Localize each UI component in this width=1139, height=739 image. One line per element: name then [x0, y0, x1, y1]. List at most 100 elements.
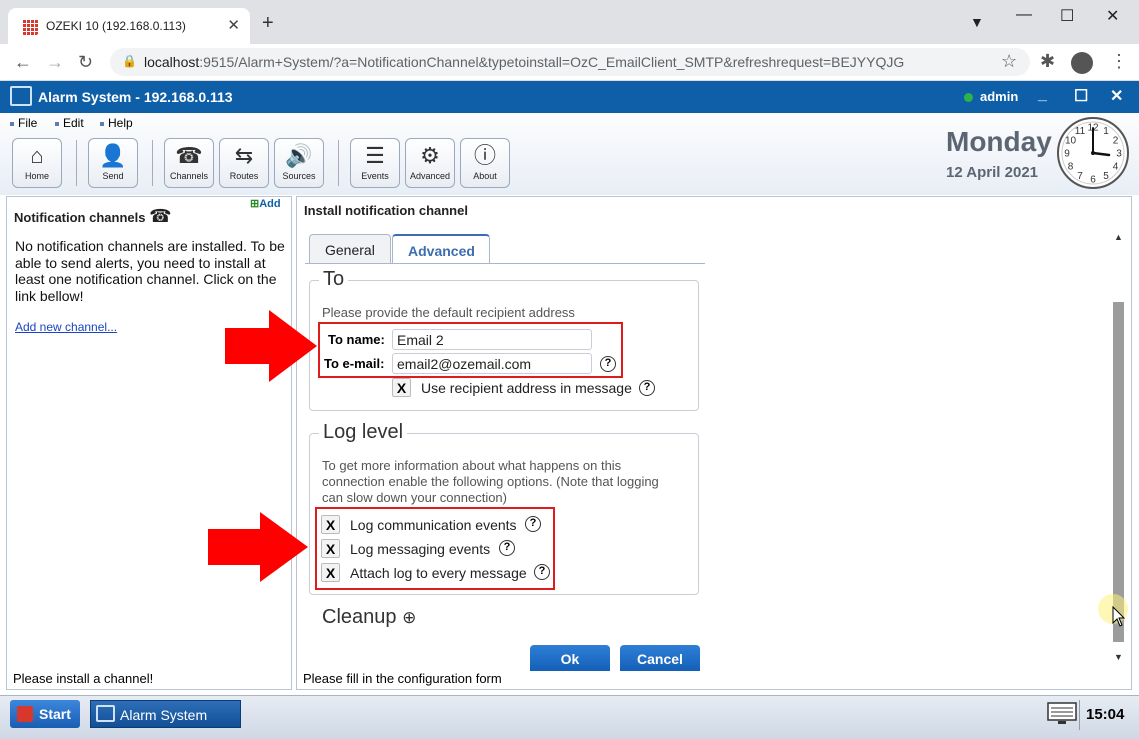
scroll-down-icon[interactable]: ▼ — [1114, 652, 1123, 662]
routes-signpost-icon: ⇆ — [234, 143, 254, 168]
address-bar[interactable]: 🔒 localhost:9515/Alarm+System/?a=Notific… — [110, 48, 1030, 76]
sources-button[interactable]: 🔊 Sources — [274, 138, 324, 188]
app-minimize-icon[interactable]: _ — [1038, 86, 1047, 104]
to-email-input[interactable] — [392, 353, 592, 374]
clock-number: 5 — [1103, 171, 1109, 182]
menu-edit[interactable]: Edit — [55, 116, 84, 130]
back-icon[interactable]: ← — [14, 52, 32, 73]
channels-button[interactable]: ☎ Channels — [164, 138, 214, 188]
analog-clock: 121234567891011 — [1057, 117, 1129, 189]
log-messaging-checkbox[interactable]: X — [321, 539, 340, 558]
send-user-icon: 👤 — [99, 143, 127, 168]
toolbar-separator — [76, 140, 77, 186]
cleanup-section[interactable]: Cleanup ⊕ — [322, 606, 416, 629]
minimize-icon[interactable]: — — [1016, 6, 1032, 24]
log-communication-checkbox[interactable]: X — [321, 515, 340, 534]
profile-avatar-icon[interactable] — [1071, 52, 1093, 74]
routes-button[interactable]: ⇆ Routes — [219, 138, 269, 188]
clock-number: 6 — [1090, 175, 1096, 186]
to-name-input[interactable] — [392, 329, 592, 350]
taskbar-alarm-system[interactable]: Alarm System — [90, 700, 241, 728]
log-messaging-help-icon[interactable]: ? — [499, 540, 515, 556]
menu-file[interactable]: File — [10, 116, 37, 130]
scroll-up-icon[interactable]: ▲ — [1114, 232, 1123, 242]
sources-speaker-icon: 🔊 — [285, 143, 313, 168]
app-maximize-icon[interactable]: ☐ — [1074, 86, 1088, 106]
attach-log-label: Attach log to every message — [350, 565, 527, 581]
menu-help[interactable]: Help — [100, 116, 133, 130]
events-button[interactable]: ☰ Events — [350, 138, 400, 188]
attach-log-checkbox[interactable]: X — [321, 563, 340, 582]
clock-number: 2 — [1113, 136, 1119, 147]
user-name[interactable]: admin — [980, 89, 1018, 104]
clock-number: 3 — [1116, 149, 1122, 160]
close-tab-icon[interactable]: ✕ — [227, 16, 240, 34]
channels-icon: ☎ — [149, 206, 172, 226]
use-recipient-help-icon[interactable]: ? — [639, 380, 655, 396]
info-icon: ⓘ — [473, 143, 496, 168]
app-close-icon[interactable]: ✕ — [1110, 86, 1123, 106]
channels-icon: ☎ — [175, 143, 203, 168]
start-button[interactable]: Start — [10, 700, 80, 728]
advanced-button[interactable]: ⚙ Advanced — [405, 138, 455, 188]
to-email-help-icon[interactable]: ? — [600, 356, 616, 372]
notification-channels-title: Notification channels ☎ — [14, 206, 172, 226]
clock-number: 11 — [1075, 126, 1086, 137]
start-grid-icon — [17, 706, 33, 722]
taskbar-separator — [1079, 700, 1080, 730]
toolbar-separator — [338, 140, 339, 186]
tab-advanced[interactable]: Advanced — [392, 234, 490, 264]
add-new-channel-link[interactable]: Add new channel... — [15, 320, 117, 334]
forward-icon[interactable]: → — [46, 52, 64, 73]
clock-number: 9 — [1064, 149, 1070, 160]
profile-dropdown-icon[interactable]: ▼ — [970, 14, 984, 30]
monitor-icon[interactable] — [1047, 702, 1077, 726]
clock-number: 8 — [1068, 162, 1074, 173]
left-status-text: Please install a channel! — [13, 671, 154, 686]
extensions-icon[interactable]: ✱ — [1040, 51, 1055, 72]
ok-button[interactable]: Ok — [530, 645, 610, 671]
use-recipient-checkbox[interactable]: X — [392, 378, 411, 397]
log-communication-label: Log communication events — [350, 517, 517, 533]
log-level-legend: Log level — [319, 421, 408, 444]
browser-tab-title: OZEKI 10 (192.168.0.113) — [46, 19, 186, 33]
app-title: Alarm System - 192.168.0.113 — [38, 89, 233, 105]
alarm-system-logo-icon — [96, 705, 115, 722]
scrollbar-thumb[interactable] — [1113, 302, 1124, 642]
browser-tab[interactable]: OZEKI 10 (192.168.0.113) ✕ — [8, 8, 250, 44]
lock-icon: 🔒 — [122, 54, 137, 68]
log-messaging-label: Log messaging events — [350, 541, 491, 557]
about-button[interactable]: ⓘ About — [460, 138, 510, 188]
cancel-button[interactable]: Cancel — [620, 645, 700, 671]
tab-underline — [305, 263, 705, 264]
add-channel-button[interactable]: ⊞Add — [250, 197, 281, 210]
to-legend: To — [319, 268, 349, 291]
form-bottom-edge — [305, 641, 705, 645]
log-communication-help-icon[interactable]: ? — [525, 516, 541, 532]
to-name-label: To name: — [328, 332, 385, 347]
clock-number: 7 — [1077, 171, 1083, 182]
ozeki-favicon-icon — [22, 19, 38, 35]
clock-number: 4 — [1113, 162, 1119, 173]
taskbar-clock: 15:04 — [1086, 706, 1125, 723]
send-button[interactable]: 👤 Send — [88, 138, 138, 188]
browser-menu-icon[interactable]: ⋮ — [1110, 51, 1128, 72]
url-path: :9515/Alarm+System/?a=NotificationChanne… — [199, 54, 905, 70]
expand-plus-icon[interactable]: ⊕ — [402, 608, 416, 627]
toolbar-separator — [152, 140, 153, 186]
log-level-description: To get more information about what happe… — [322, 458, 659, 505]
url-host: localhost — [144, 54, 200, 70]
maximize-icon[interactable]: ☐ — [1060, 6, 1074, 26]
attach-log-help-icon[interactable]: ? — [534, 564, 550, 580]
online-status-icon — [964, 93, 973, 102]
date-label: 12 April 2021 — [946, 164, 1038, 181]
reload-icon[interactable]: ↻ — [78, 52, 93, 73]
close-window-icon[interactable]: ✕ — [1106, 6, 1119, 26]
events-list-icon: ☰ — [365, 143, 385, 168]
bookmark-star-icon[interactable]: ☆ — [1001, 51, 1017, 72]
tab-general[interactable]: General — [309, 234, 391, 264]
home-button[interactable]: ⌂ Home — [12, 138, 62, 188]
new-tab-icon[interactable]: + — [262, 12, 274, 35]
to-email-label: To e-mail: — [324, 356, 385, 371]
alarm-system-logo-icon — [10, 86, 32, 106]
